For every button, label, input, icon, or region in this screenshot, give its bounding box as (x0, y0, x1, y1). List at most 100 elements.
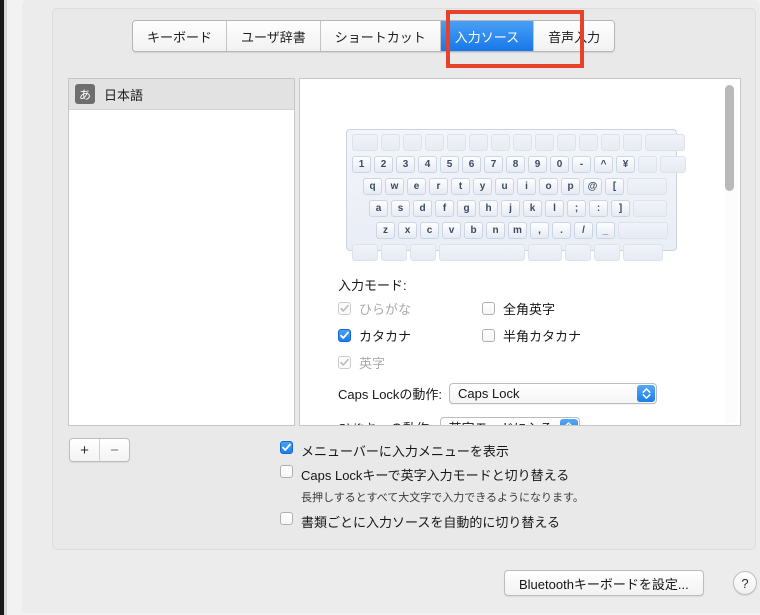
keyboard-key-blank (645, 134, 685, 151)
caps-lock-action-select[interactable]: Caps Lock (449, 383, 658, 404)
keyboard-row-5 (347, 244, 676, 263)
option-show-input-menu[interactable]: メニューバーに入力メニューを表示 (280, 441, 584, 460)
global-options-group: メニューバーに入力メニューを表示 Caps Lockキーで英字入力モードと切り替… (280, 441, 584, 536)
keyboard-key-l: l (545, 200, 564, 217)
keyboard-key-1: 1 (352, 156, 371, 173)
label-zenkaku-eiji: 全角英字 (503, 302, 556, 317)
checkbox-eiji (338, 356, 351, 369)
keyboard-key-5: 5 (440, 156, 459, 173)
keyboard-key-blank (557, 134, 576, 151)
keyboard-key-blank (633, 200, 667, 217)
keyboard-key-]: ] (611, 200, 630, 217)
input-mode-zenkaku-eiji[interactable]: 全角英字 (482, 299, 555, 318)
remove-source-button[interactable]: − (100, 439, 129, 461)
chevron-updown-icon (637, 385, 656, 402)
tab-2[interactable]: ショートカット (320, 21, 441, 51)
desktop-edge-shadow (4, 0, 7, 615)
label-auto-switch-per-document: 書類ごとに入力ソースを自動的に切り替える (301, 515, 560, 530)
keyboard-key-q: q (363, 178, 382, 195)
add-source-button[interactable]: + (70, 439, 100, 461)
detail-scrollbar-thumb[interactable] (725, 85, 734, 191)
label-caps-lock-switch: Caps Lockキーで英字入力モードと切り替える (301, 468, 570, 483)
input-source-list[interactable]: あ日本語 (68, 78, 295, 426)
label-eiji: 英字 (359, 356, 386, 371)
keyboard-key-n: n (486, 222, 505, 239)
keyboard-key-blank (618, 222, 668, 239)
keyboard-key-[: [ (605, 178, 624, 195)
keyboard-key-blank (623, 134, 642, 151)
label-hiragana: ひらがな (359, 302, 412, 317)
keyboard-key-m: m (508, 222, 527, 239)
add-remove-source-buttons[interactable]: + − (69, 438, 130, 462)
input-mode-hiragana: ひらがな (338, 299, 411, 318)
keyboard-key-blank (381, 134, 400, 151)
tab-4[interactable]: 音声入力 (534, 21, 615, 51)
keyboard-row-3: a s d f g h j k l;:] (347, 200, 676, 219)
keyboard-key-a: a (369, 200, 388, 217)
keyboard-key-8: 8 (506, 156, 525, 173)
keyboard-row-1: 1 2 3 4 5 6 7 8 9 0- ^ ¥ (347, 156, 686, 175)
help-button[interactable]: ? (733, 571, 757, 595)
keyboard-key-e: e (407, 178, 426, 195)
setup-bluetooth-keyboard-button[interactable]: Bluetoothキーボードを設定... (504, 570, 704, 596)
keyboard-key-k: k (523, 200, 542, 217)
keyboard-key-u: u (495, 178, 514, 195)
checkbox-auto-switch-per-document[interactable] (280, 512, 293, 525)
keyboard-key-.: . (552, 222, 571, 239)
checkbox-caps-lock-switch[interactable] (280, 465, 293, 478)
input-mode-title: 入力モード: (338, 278, 407, 293)
caps-lock-hint-text: 長押しするとすべて大文字で入力できるようになります。 (301, 492, 584, 504)
input-mode-hankaku-katakana[interactable]: 半角カタカナ (482, 326, 581, 345)
caps-lock-action-value: Caps Lock (458, 386, 520, 401)
keyboard-key-6: 6 (462, 156, 481, 173)
source-item-label: 日本語 (104, 87, 144, 103)
tab-0[interactable]: キーボード (133, 21, 228, 51)
label-show-input-menu: メニューバーに入力メニューを表示 (301, 444, 509, 459)
detail-scrollbar-track[interactable] (725, 81, 738, 423)
keyboard-key-blank (439, 244, 525, 261)
option-caps-lock-switch[interactable]: Caps Lockキーで英字入力モードと切り替える (280, 465, 584, 484)
keyboard-key-@: @ (583, 178, 602, 195)
checkbox-show-input-menu[interactable] (280, 441, 293, 454)
keyboard-key-blank (660, 156, 686, 173)
keyboard-key-s: s (391, 200, 410, 217)
input-source-detail-pane: 1 2 3 4 5 6 7 8 9 0- ^ ¥ q w e r t y u i o p @[a s d f g h j k l;:] z x c… (299, 78, 741, 426)
keyboard-key-z: z (376, 222, 395, 239)
keyboard-key-0: 0 (550, 156, 569, 173)
checkbox-hiragana (338, 302, 351, 315)
keyboard-preferences-window: キーボード ユーザ辞書 ショートカット 入力ソース 音声入力 あ日本語 + − 1234… (22, 0, 760, 613)
keyboard-key-_: _ (596, 222, 615, 239)
checkbox-zenkaku-eiji[interactable] (482, 302, 495, 315)
keyboard-key-;: ; (567, 200, 586, 217)
tab-bar: キーボード ユーザ辞書 ショートカット 入力ソース 音声入力 (132, 20, 616, 52)
tab-1[interactable]: ユーザ辞書 (227, 21, 321, 51)
checkbox-katakana[interactable] (338, 329, 351, 342)
shift-key-action-label: Shiftキーの動作: (338, 418, 433, 425)
keyboard-key-3: 3 (396, 156, 415, 173)
keyboard-key-blank (352, 244, 378, 261)
tab-3[interactable]: 入力ソース (440, 21, 535, 51)
label-hankaku-katakana: 半角カタカナ (503, 329, 582, 344)
keyboard-key-v: v (442, 222, 461, 239)
keyboard-key-j: j (501, 200, 520, 217)
source-list-item[interactable]: あ日本語 (69, 79, 294, 110)
keyboard-key-¥: ¥ (616, 156, 635, 173)
option-auto-switch-per-document[interactable]: 書類ごとに入力ソースを自動的に切り替える (280, 512, 584, 531)
caps-lock-action-label: Caps Lockの動作: (338, 387, 443, 402)
keyboard-key-blank (381, 244, 407, 261)
keyboard-key-blank (623, 244, 663, 261)
keyboard-row-2: q w e r t y u i o p @[ (347, 178, 676, 197)
keyboard-key-i: i (517, 178, 536, 195)
keyboard-key-blank (601, 134, 620, 151)
keyboard-key-b: b (464, 222, 483, 239)
keyboard-key-blank (491, 134, 510, 151)
keyboard-key-:: : (589, 200, 608, 217)
shift-key-action-row: Shiftキーの動作: 英字モードに入る (338, 417, 580, 425)
input-mode-katakana[interactable]: カタカナ (338, 326, 411, 345)
shift-key-action-select[interactable]: 英字モードに入る (439, 417, 580, 425)
checkbox-hankaku-katakana[interactable] (482, 329, 495, 342)
keyboard-key-blank (403, 134, 422, 151)
keyboard-key-blank (513, 134, 532, 151)
keyboard-key-p: p (561, 178, 580, 195)
keyboard-key-x: x (398, 222, 417, 239)
